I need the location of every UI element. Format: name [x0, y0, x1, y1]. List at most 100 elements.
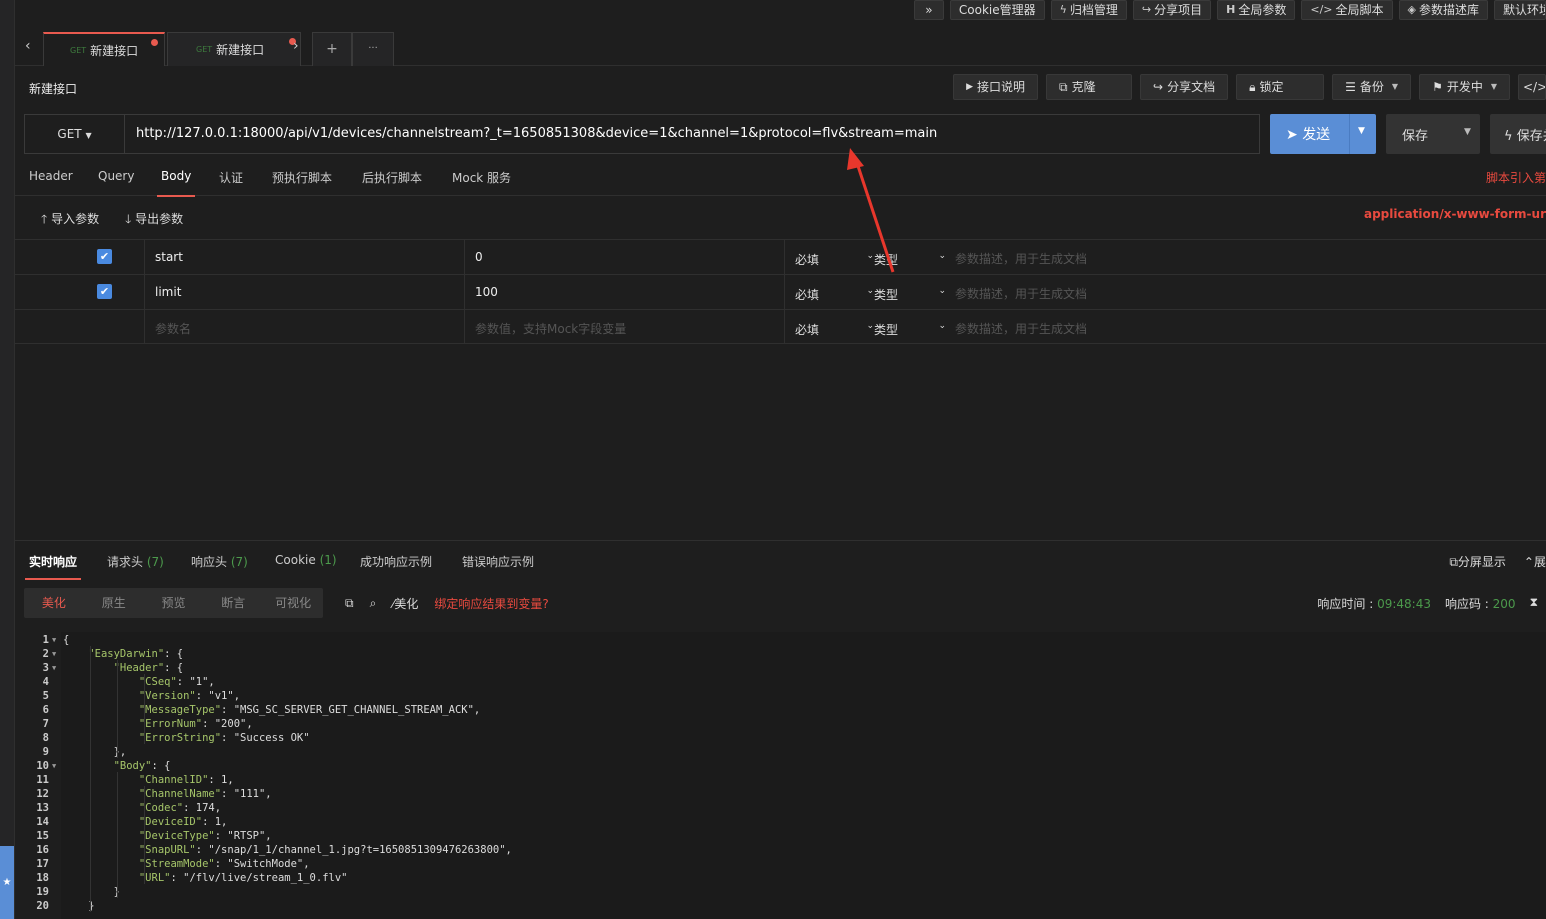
fold-toggle-icon[interactable]: ▼ [52, 650, 56, 658]
flag-icon: ⚑ [1432, 80, 1443, 94]
tab-pre-script[interactable]: 预执行脚本 [272, 169, 332, 186]
more-tabs-button[interactable]: ··· [352, 32, 394, 66]
default-env-button[interactable]: 默认环境 [1494, 0, 1546, 20]
param-required-select[interactable]: 必填 ⌄ [784, 310, 874, 344]
request-title: 新建接口 [29, 82, 78, 96]
import-params-button[interactable]: 🡑 导入参数 [41, 210, 99, 231]
param-required-select[interactable]: 必填 ⌄ [784, 240, 874, 274]
tab-live-response[interactable]: 实时响应 [24, 553, 82, 580]
clone-button[interactable]: ⧉ 克隆 [1046, 74, 1133, 100]
param-library-button[interactable]: ◈ 参数描述库 [1398, 0, 1488, 20]
backup-button[interactable]: ☰ 备份 ▼ [1332, 74, 1412, 100]
param-type-select[interactable]: 类型 ⌄ [874, 240, 946, 274]
copy-icon[interactable]: ⧉ [345, 596, 354, 611]
arrow-up-icon: 🡑 [41, 212, 48, 226]
expand-button[interactable]: » [913, 0, 944, 20]
doc-button[interactable]: ▶ 接口说明 [953, 74, 1039, 100]
lock-button[interactable]: 🔒︎ 锁定 [1236, 74, 1325, 100]
view-visualize[interactable]: 可视化 [263, 588, 323, 618]
table-row: ✔ start 0 必填 ⌄ 类型 ⌄ 参数描述，用于生成文档 [15, 239, 1546, 274]
indent-guide [90, 646, 91, 912]
param-checkbox[interactable]: ✔ [97, 284, 112, 299]
beautify-button[interactable]: ⁄美化 [392, 595, 418, 612]
tab-header[interactable]: Header [29, 169, 73, 183]
tab-query[interactable]: Query [98, 169, 134, 183]
share-project-button[interactable]: ↪ 分享项目 [1132, 0, 1212, 20]
arrow-down-icon: 🡓 [125, 212, 132, 226]
param-desc-input[interactable]: 参数描述，用于生成文档 [955, 310, 1087, 344]
tab-cookie[interactable]: Cookie (1) [275, 553, 337, 567]
param-desc-input[interactable]: 参数描述，用于生成文档 [955, 275, 1087, 309]
view-preview[interactable]: 预览 [144, 588, 204, 618]
export-params-button[interactable]: 🡓 导出参数 [125, 210, 183, 231]
search-icon[interactable]: ⌕ [370, 596, 377, 611]
fold-toggle-icon[interactable]: ▼ [52, 664, 56, 672]
param-value-input[interactable]: 100 [464, 275, 784, 309]
code-line: "ChannelID": 1, [138, 774, 234, 786]
view-assert[interactable]: 断言 [203, 588, 263, 618]
status-dropdown[interactable]: ⚑ 开发中 ▼ [1419, 74, 1510, 100]
send-dropdown-icon[interactable]: ▼ [1358, 126, 1365, 136]
global-params-button[interactable]: H 全局参数 [1217, 0, 1296, 20]
star-icon[interactable]: ★ [0, 846, 14, 919]
tab-auth[interactable]: 认证 [219, 169, 243, 186]
tab-mock[interactable]: Mock 服务 [452, 169, 511, 186]
view-pretty[interactable]: 美化 [24, 588, 84, 618]
response-editor[interactable]: 1 ▼ 2 ▼ 3 ▼ 4 5 6 7 8 9 10 ▼ 11 12 13 14 15 16 17 18 19 20 { "E… [15, 632, 1546, 919]
code-line: "DeviceID": 1, [138, 816, 228, 828]
line-number: 16 [36, 844, 49, 856]
tab-request-headers[interactable]: 请求头 (7) [107, 553, 164, 570]
fold-toggle-icon[interactable]: ▼ [52, 762, 56, 770]
line-number: 4 [42, 676, 49, 688]
code-gen-button[interactable]: </> [1518, 74, 1546, 100]
param-type-select[interactable]: 类型 ⌄ [874, 275, 946, 309]
bind-variable-link[interactable]: 绑定响应结果到变量? [434, 595, 548, 612]
param-type-select[interactable]: 类型 ⌄ [874, 310, 946, 344]
param-value-input[interactable]: 0 [464, 240, 784, 274]
param-name-input[interactable]: limit [144, 275, 464, 309]
expand-response-button[interactable]: ⌃展 [1524, 553, 1546, 570]
tab-request-2[interactable]: GET 新建接口 [167, 32, 301, 66]
fold-toggle-icon[interactable]: ▼ [52, 636, 56, 644]
url-box: GET ▼ http://127.0.0.1:18000/api/v1/devi… [24, 114, 1260, 154]
view-raw[interactable]: 原生 [84, 588, 144, 618]
tab-request-1[interactable]: GET 新建接口 [43, 32, 165, 66]
script-import-link[interactable]: 脚本引入第 [1486, 169, 1546, 186]
add-tab-button[interactable]: + [312, 32, 352, 66]
param-name-input[interactable]: 参数名 [144, 310, 464, 344]
param-desc-input[interactable]: 参数描述，用于生成文档 [955, 240, 1087, 274]
tab-success-example[interactable]: 成功响应示例 [360, 553, 432, 570]
tab-error-example[interactable]: 错误响应示例 [462, 553, 534, 570]
save-button[interactable]: 保存 ▼ [1386, 114, 1480, 154]
save-and-open-button[interactable]: ϟ 保存并 [1490, 114, 1546, 154]
tab-next-icon[interactable]: › [293, 38, 299, 54]
h-icon: H [1226, 3, 1236, 16]
line-number: 19 [36, 886, 49, 898]
cookie-manager-button[interactable]: Cookie管理器 [949, 0, 1045, 20]
content-type-select[interactable]: application/x-www-form-ur [1364, 207, 1546, 221]
split-view-button[interactable]: ⧉分屏显示 [1449, 553, 1506, 570]
chevron-up-icon: ⌃ [1523, 555, 1534, 569]
indent-guide [117, 660, 118, 758]
method-select[interactable]: GET ▼ [25, 115, 125, 153]
chevron-down-icon: ⌄ [938, 286, 946, 296]
url-input[interactable]: http://127.0.0.1:18000/api/v1/devices/ch… [136, 126, 937, 141]
param-required-select[interactable]: 必填 ⌄ [784, 275, 874, 309]
line-number: 11 [36, 774, 49, 786]
indent-guide [144, 786, 145, 884]
tab-body[interactable]: Body [156, 169, 196, 197]
line-number: 3 [42, 662, 49, 674]
tab-post-script[interactable]: 后执行脚本 [362, 169, 422, 186]
tab-response-headers[interactable]: 响应头 (7) [191, 553, 248, 570]
save-dropdown-icon[interactable]: ▼ [1464, 127, 1471, 137]
tab-prev-icon[interactable]: ‹ [25, 38, 31, 54]
send-button[interactable]: ➤ 发送 ▼ [1270, 114, 1376, 154]
code-line: { [63, 634, 70, 646]
param-value-input[interactable]: 参数值，支持Mock字段变量 [464, 310, 784, 344]
archive-button[interactable]: ϟ 归档管理 [1050, 0, 1127, 20]
global-script-button[interactable]: </> 全局脚本 [1301, 0, 1393, 20]
param-checkbox[interactable]: ✔ [97, 249, 112, 264]
share-doc-button[interactable]: ↪ 分享文档 [1140, 74, 1229, 100]
bolt-icon: ϟ [1504, 129, 1513, 144]
param-name-input[interactable]: start [144, 240, 464, 274]
